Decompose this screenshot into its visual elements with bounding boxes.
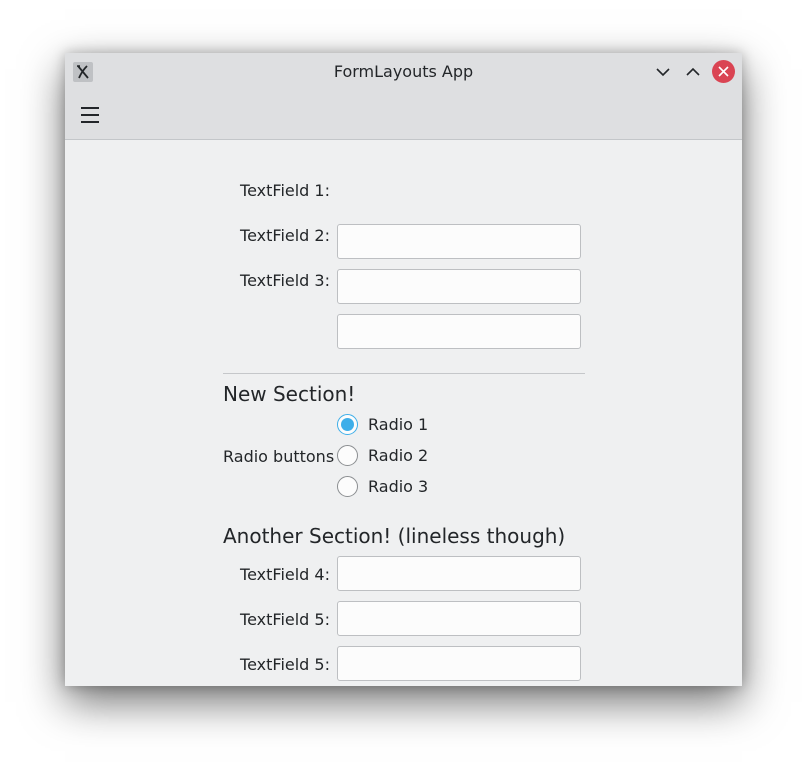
app-window: FormLayouts App TextField 1: TextField 2… [65,53,742,686]
chevron-up-icon [686,67,700,76]
toolbar [65,91,742,140]
section-title-new: New Section! [223,382,356,406]
close-button[interactable] [712,60,735,83]
textfield-4-label: TextField 4: [240,565,330,584]
radio-2-label[interactable]: Radio 2 [368,446,428,465]
radio-1-label[interactable]: Radio 1 [368,415,428,434]
section-title-another: Another Section! (lineless though) [223,524,566,548]
textfield-5-input[interactable] [337,601,581,636]
textfield-4-input[interactable] [337,556,581,591]
textfield-3-label: TextField 3: [240,271,330,290]
textfield-6-label: TextField 5: [240,655,330,674]
close-icon [718,66,729,77]
textfield-2-input[interactable] [337,269,581,304]
hamburger-menu-button[interactable] [79,104,103,126]
radio-3[interactable] [337,476,358,497]
textfield-6-input[interactable] [337,646,581,681]
textfield-3-input[interactable] [337,314,581,349]
maximize-button[interactable] [682,61,704,83]
radio-2[interactable] [337,445,358,466]
form-content: TextField 1: TextField 2: TextField 3: N… [65,140,742,686]
textfield-1-input[interactable] [337,224,581,259]
window-title: FormLayouts App [333,62,474,81]
section-divider [223,373,585,374]
radio-1[interactable] [337,414,358,435]
title-bar[interactable]: FormLayouts App [65,53,742,91]
textfield-2-label: TextField 2: [240,226,330,245]
radio-3-label[interactable]: Radio 3 [368,477,428,496]
minimize-button[interactable] [652,61,674,83]
textfield-1-label: TextField 1: [240,181,330,200]
textfield-5-label: TextField 5: [240,610,330,629]
hamburger-menu-icon [81,107,99,109]
chevron-down-icon [656,68,670,77]
radio-group-label: Radio buttons [223,447,335,466]
